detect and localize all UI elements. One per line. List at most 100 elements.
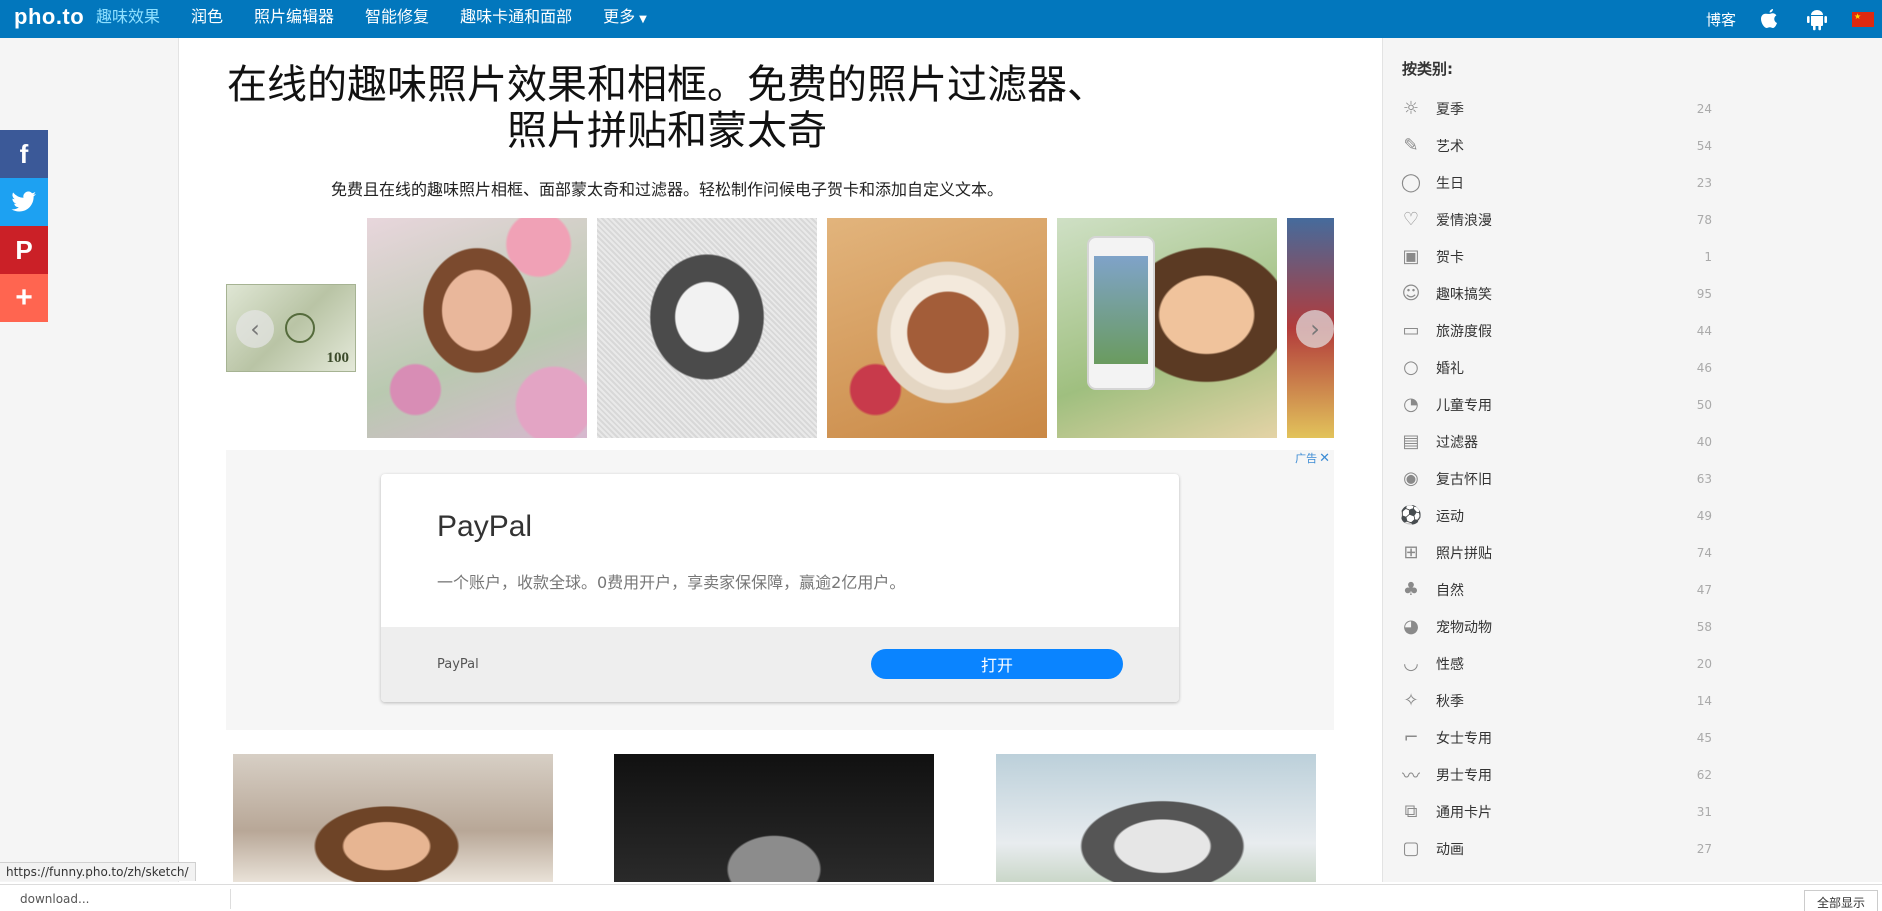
category-item-collage[interactable]: ⊞ 照片拼贴 74	[1400, 534, 1712, 571]
category-label: 复古怀旧	[1436, 471, 1492, 488]
category-count: 40	[1696, 434, 1712, 449]
category-item-nature[interactable]: ♣ 自然 47	[1400, 571, 1712, 608]
nav-item-retouch[interactable]: 润色	[191, 0, 223, 38]
category-item-women[interactable]: ⌐ 女士专用 45	[1400, 719, 1712, 756]
carousel-next-button[interactable]: ›	[1296, 310, 1334, 348]
category-item-travel[interactable]: ▭ 旅游度假 44	[1400, 312, 1712, 349]
category-label: 儿童专用	[1436, 397, 1492, 414]
category-label: 秋季	[1436, 693, 1464, 710]
apple-icon[interactable]	[1756, 6, 1782, 32]
category-label: 性感	[1436, 656, 1464, 673]
duck-icon: ◔	[1403, 394, 1419, 415]
carousel-slide-flowers[interactable]	[367, 218, 587, 438]
download-divider	[230, 889, 231, 909]
brush-icon: ✎	[1403, 135, 1419, 156]
sun-icon: ☼	[1402, 98, 1420, 119]
pet-icon: ◕	[1403, 616, 1419, 637]
carousel-prev-button[interactable]: ‹	[236, 310, 274, 348]
download-item[interactable]: download...	[20, 892, 89, 906]
page-subtitle: 免费且在线的趣味照片相框、面部蒙太奇和过滤器。轻松制作问候电子贺卡和添加自定义文…	[330, 180, 1003, 199]
advertisement: 广告 ✕ PayPal 一个账户，收款全球。0费用开户，享卖家保保障，赢逾2亿用户…	[226, 450, 1334, 730]
china-flag-icon[interactable]	[1852, 11, 1874, 27]
nav-item-photo-editor[interactable]: 照片编辑器	[254, 0, 334, 38]
category-count: 74	[1696, 545, 1712, 560]
category-count: 1	[1704, 249, 1712, 264]
category-item-men[interactable]: 〰男士专用 62	[1400, 756, 1712, 793]
category-item-autumn[interactable]: ✧ 秋季 14	[1400, 682, 1712, 719]
category-item-cards[interactable]: ▣ 贺卡 1	[1400, 238, 1712, 275]
category-label: 旅游度假	[1436, 323, 1492, 340]
category-item-general-cards[interactable]: ⧉ 通用卡片 31	[1400, 793, 1712, 830]
category-count: 50	[1696, 397, 1712, 412]
android-icon[interactable]	[1804, 6, 1830, 32]
category-count: 63	[1696, 471, 1712, 486]
nav-item-cartoon-faces[interactable]: 趣味卡通和面部	[460, 0, 572, 38]
category-item-kids[interactable]: ◔ 儿童专用 50	[1400, 386, 1712, 423]
nav-item-smart-fix[interactable]: 智能修复	[365, 0, 429, 38]
effect-thumbnail-sketch[interactable]	[996, 754, 1316, 882]
more-share-button[interactable]: +	[0, 274, 48, 322]
category-count: 44	[1696, 323, 1712, 338]
carousel-slide-coffee[interactable]	[827, 218, 1047, 438]
ad-label: 广告	[1295, 452, 1318, 465]
category-count: 49	[1696, 508, 1712, 523]
pho-to-logo[interactable]: pho.to	[14, 4, 84, 30]
cards-icon: ⧉	[1404, 801, 1418, 822]
category-item-sport[interactable]: ⚽ 运动 49	[1400, 497, 1712, 534]
ad-footer: PayPal 打开	[381, 627, 1179, 702]
category-item-funny[interactable]: ☺ 趣味搞笑 95	[1400, 275, 1712, 312]
ad-card[interactable]: PayPal 一个账户，收款全球。0费用开户，享卖家保保障，赢逾2亿用户。 Pa…	[381, 474, 1179, 702]
chevron-down-icon: ▼	[639, 14, 647, 25]
right-gutter	[1727, 38, 1882, 882]
category-label: 女士专用	[1436, 730, 1492, 747]
carousel-slide-phone[interactable]	[1057, 218, 1277, 438]
speech-icon: ▢	[1402, 838, 1420, 859]
ring-icon: ○	[1403, 357, 1419, 378]
category-label: 宠物动物	[1436, 619, 1492, 636]
category-count: 62	[1696, 767, 1712, 782]
effect-thumbnail-vintage[interactable]	[233, 754, 553, 882]
leaf-icon: ✧	[1403, 690, 1419, 711]
mustache-icon: 〰	[1402, 765, 1420, 787]
category-label: 生日	[1436, 175, 1464, 192]
collage-icon: ⊞	[1403, 542, 1419, 563]
category-item-art[interactable]: ✎ 艺术 54	[1400, 127, 1712, 164]
close-icon[interactable]: ✕	[1319, 451, 1330, 466]
blog-link[interactable]: 博客	[1706, 9, 1736, 30]
banknote-seal	[285, 313, 315, 343]
pinterest-share-button[interactable]: P	[0, 226, 48, 274]
category-item-animation[interactable]: ▢ 动画 27	[1400, 830, 1712, 867]
category-count: 58	[1696, 619, 1712, 634]
nav-more-label: 更多	[603, 7, 636, 26]
nav-right-group: 博客	[1706, 0, 1882, 38]
chevron-left-icon: ‹	[250, 315, 260, 343]
category-label: 贺卡	[1436, 249, 1464, 266]
category-item-romance[interactable]: ♡ 爱情浪漫 78	[1400, 201, 1712, 238]
category-count: 27	[1696, 841, 1712, 856]
facebook-share-button[interactable]: f	[0, 130, 48, 178]
category-item-filters[interactable]: ▤ 过滤器 40	[1400, 423, 1712, 460]
balloon-icon: ◯	[1400, 172, 1422, 193]
nav-item-funny-effects[interactable]: 趣味效果	[96, 0, 161, 42]
page-title: 在线的趣味照片效果和相框。免费的照片过滤器、照片拼贴和蒙太奇	[227, 62, 1107, 154]
effect-thumbnail-hands[interactable]	[614, 754, 934, 882]
nav-item-more[interactable]: 更多 ▼	[603, 0, 647, 38]
ad-badge[interactable]: 广告 ✕	[1295, 450, 1330, 466]
category-label: 爱情浪漫	[1436, 212, 1492, 229]
heart-icon: ♡	[1402, 209, 1420, 230]
category-label: 夏季	[1436, 101, 1464, 118]
category-count: 20	[1696, 656, 1712, 671]
twitter-share-button[interactable]	[0, 178, 48, 226]
heel-icon: ⌐	[1403, 727, 1419, 748]
category-label: 艺术	[1436, 138, 1464, 155]
category-item-summer[interactable]: ☼ 夏季 24	[1400, 90, 1712, 127]
chevron-right-icon: ›	[1310, 315, 1320, 343]
ad-open-button[interactable]: 打开	[871, 649, 1123, 679]
category-item-pets[interactable]: ◕ 宠物动物 58	[1400, 608, 1712, 645]
category-item-retro[interactable]: ◉ 复古怀旧 63	[1400, 460, 1712, 497]
category-item-sexy[interactable]: ◡ 性感 20	[1400, 645, 1712, 682]
category-item-birthday[interactable]: ◯ 生日 23	[1400, 164, 1712, 201]
category-count: 54	[1696, 138, 1712, 153]
category-item-wedding[interactable]: ○ 婚礼 46	[1400, 349, 1712, 386]
carousel-slide-sketch[interactable]	[597, 218, 817, 438]
